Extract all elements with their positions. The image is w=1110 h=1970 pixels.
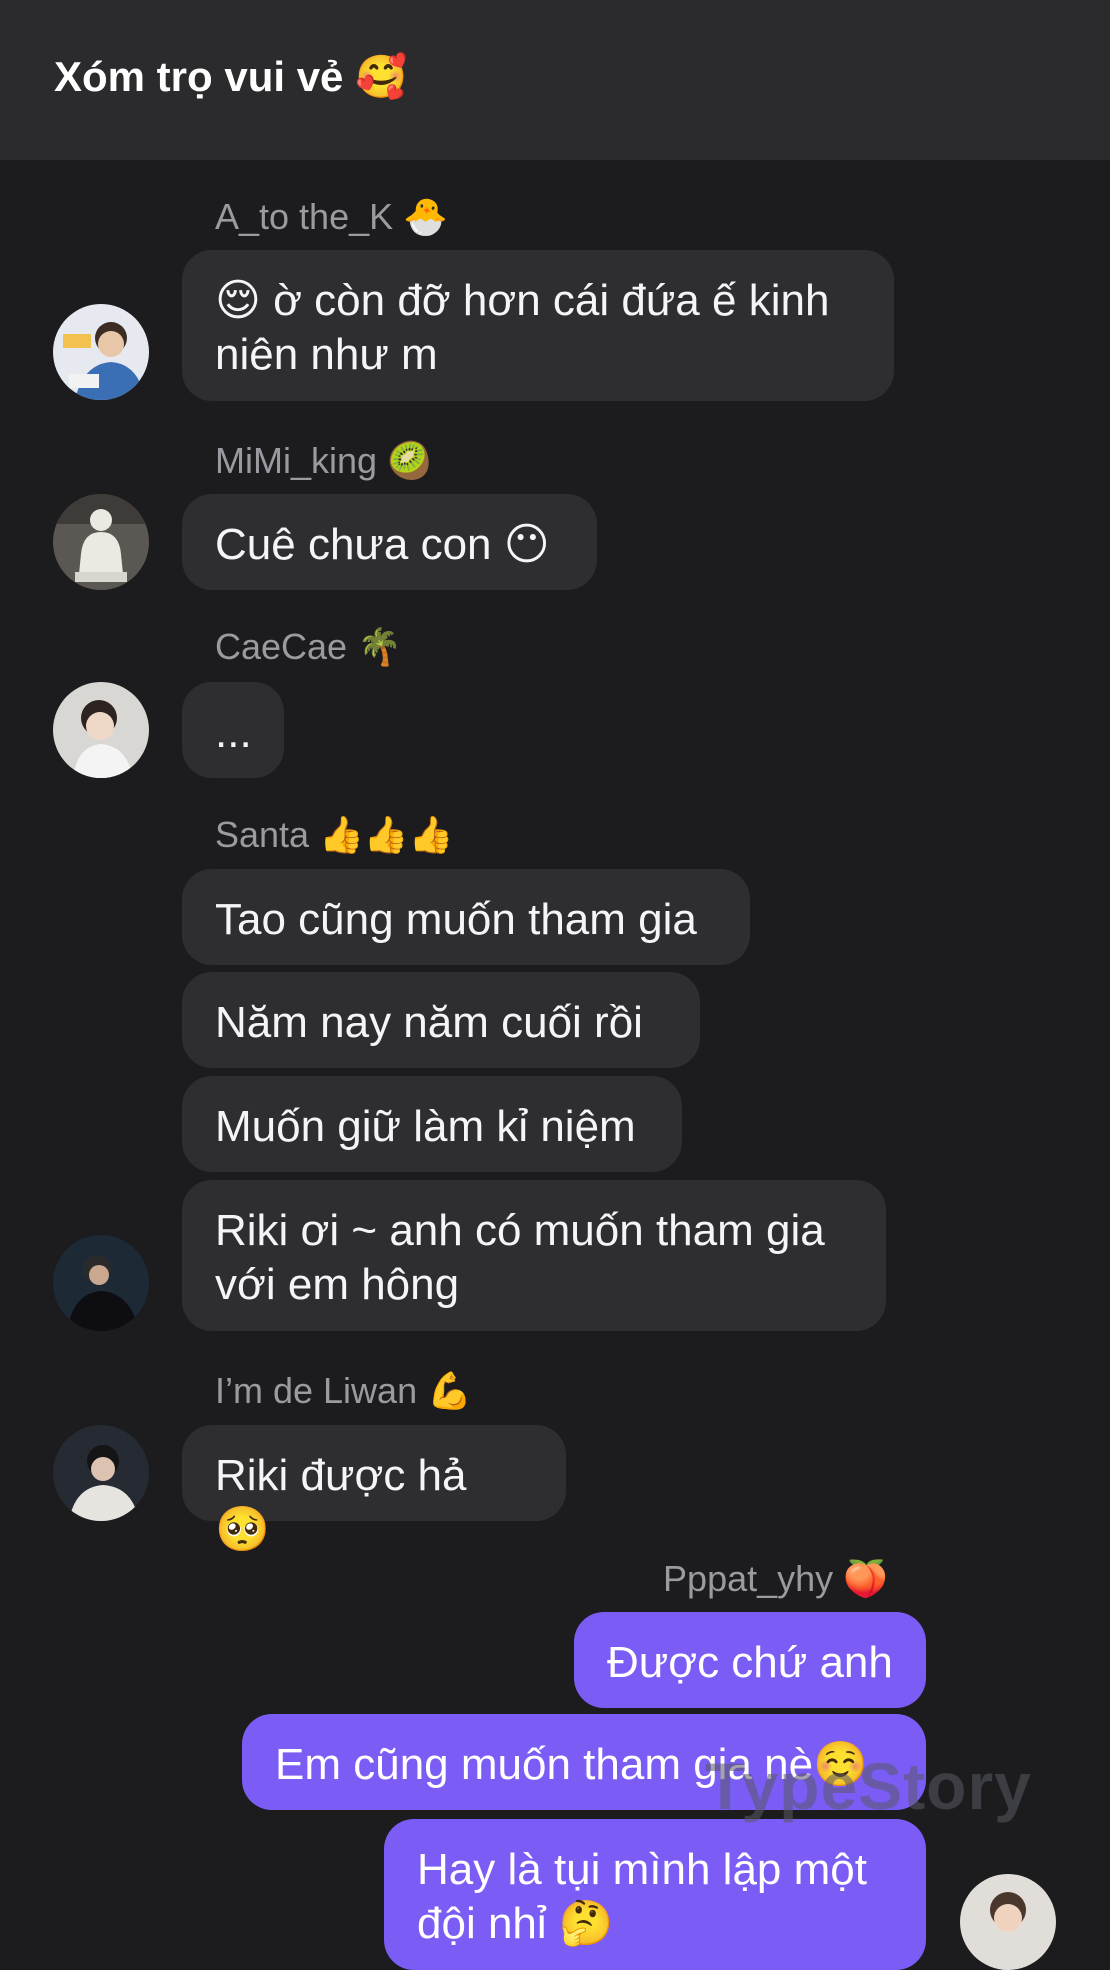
message-text: Cuê chưa con 😶 [215,520,550,569]
message-bubble[interactable]: Cuê chưa con 😶 [182,494,597,590]
kiwi-emoji-icon: 🥝 [387,441,432,482]
avatar-pppat-yhy[interactable] [960,1874,1056,1970]
sender-name: CaeCae 🌴 [215,626,402,668]
sender-name: A_to the_K 🐣 [215,196,448,238]
avatar-liwan[interactable] [53,1425,149,1521]
message-text: ... [215,708,252,757]
message-bubble[interactable]: 😌 ờ còn đỡ hơn cái đứa ế kinh niên như m [182,250,894,401]
sender-name: Pppat_yhy 🍑 [663,1558,888,1600]
smiling-hearts-emoji-icon: 🥰 [355,52,408,101]
message-text: Muốn giữ làm kỉ niệm [215,1102,636,1151]
flexed-biceps-emoji-icon: 💪 [427,1371,472,1412]
message-text: Riki được hả 🥺 [215,1451,467,1554]
chat-header: Xóm trọ vui vẻ 🥰 [0,0,1110,160]
message-text: Được chứ anh [607,1638,893,1687]
message-bubble[interactable]: Tao cũng muốn tham gia [182,869,750,965]
message-text: 😌 ờ còn đỡ hơn cái đứa ế kinh niên như m [215,276,830,379]
chat-title-text: Xóm trọ vui vẻ [54,53,344,100]
palm-tree-emoji-icon: 🌴 [357,627,402,668]
typestory-watermark: TypeStory [705,1749,1032,1823]
message-text: Năm nay năm cuối rồi [215,998,643,1047]
sender-name: Santa 👍👍👍 [215,814,454,856]
message-bubble[interactable]: Riki ơi ~ anh có muốn tham gia với em hô… [182,1180,886,1331]
message-text: Hay là tụi mình lập một đội nhỉ 🤔 [417,1845,867,1948]
avatar-mimi-king[interactable] [53,494,149,590]
message-bubble[interactable]: Năm nay năm cuối rồi [182,972,700,1068]
avatar-caecae[interactable] [53,682,149,778]
message-bubble[interactable]: Muốn giữ làm kỉ niệm [182,1076,682,1172]
message-text: Riki ơi ~ anh có muốn tham gia với em hô… [215,1206,825,1309]
chat-title[interactable]: Xóm trọ vui vẻ 🥰 [54,52,407,102]
hatching-chick-emoji-icon: 🐣 [403,197,448,238]
message-bubble-mine[interactable]: Được chứ anh [574,1612,926,1708]
avatar-santa[interactable] [53,1235,149,1331]
message-bubble-mine[interactable]: Hay là tụi mình lập một đội nhỉ 🤔 [384,1819,926,1970]
sender-name: MiMi_king 🥝 [215,440,432,482]
message-bubble[interactable]: Riki được hả 🥺 [182,1425,566,1554]
avatar-a-to-the-k[interactable] [53,304,149,400]
thumbs-up-emoji-icon: 👍👍👍 [319,815,454,856]
peach-emoji-icon: 🍑 [843,1559,888,1600]
sender-name: I’m de Liwan 💪 [215,1370,472,1412]
message-bubble[interactable]: ... [182,682,284,778]
message-text: Tao cũng muốn tham gia [215,895,697,944]
